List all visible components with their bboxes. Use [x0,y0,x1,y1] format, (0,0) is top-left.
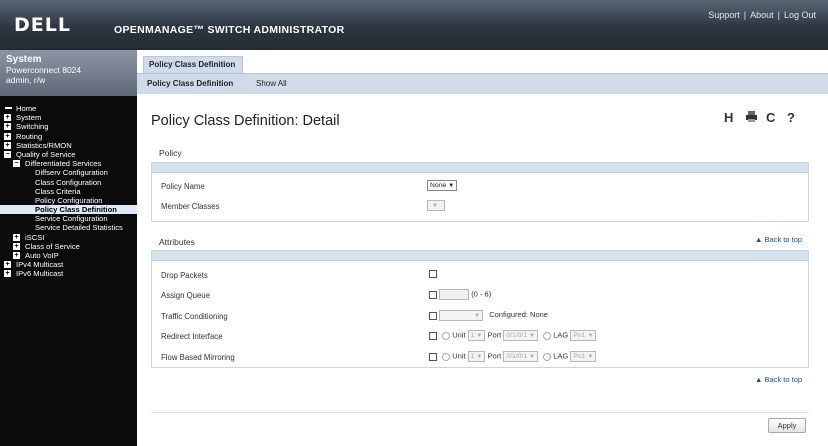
expand-icon[interactable]: + [4,123,11,131]
mirror-unit-select[interactable]: 1 ▼ [467,351,486,362]
mirror-lag-select[interactable]: Po1 ▼ [570,351,597,362]
page-title: Policy Class Definition: Detail [151,113,340,129]
expand-icon[interactable]: + [4,141,11,149]
configured-text: Configured: None [489,310,548,320]
dell-logo: DELL [14,14,71,36]
nav-item-policy-class-definition[interactable]: Policy Class Definition [0,205,137,215]
member-classes-label: Member Classes [161,202,220,211]
nav-item-iscsi[interactable]: + iSCSI [0,233,137,242]
redirect-unit-select[interactable]: 1 ▼ [467,330,486,341]
collapse-icon[interactable]: − [13,160,20,168]
nav-item-ipv4-multicast[interactable]: + IPv4 Multicast [0,260,137,269]
nav-item-routing[interactable]: + Routing [0,132,137,141]
nav-item-class-criteria[interactable]: Class Criteria [0,187,137,196]
redirect-unit-label: Unit [452,330,466,340]
nav-tree: Home + System + Switching + Routing + Statis… [0,96,137,279]
nav-item-ipv6-multicast[interactable]: + IPv6 Multicast [0,269,137,278]
redirect-port-label: Port [487,330,502,340]
redirect-lag-select[interactable]: Po1 ▼ [570,330,597,341]
traffic-conditioning-checkbox[interactable] [429,311,437,320]
subtab-bar: Policy Class Definition Show All [137,73,828,94]
redirect-lag-label: LAG [553,330,569,340]
nav-item-service-config[interactable]: Service Configuration [0,214,137,223]
collapse-icon[interactable]: − [4,150,11,158]
tab-policy-class-definition[interactable]: Policy Class Definition [143,56,243,73]
help-icon[interactable]: ? [787,110,795,125]
redirect-interface-label: Redirect Interface [161,332,223,341]
traffic-conditioning-select[interactable]: ▼ [439,310,484,321]
apply-button[interactable]: Apply [768,418,806,433]
nav-item-statistics[interactable]: + Statistics/RMON [0,141,137,150]
mirror-lag-label: LAG [553,351,569,361]
mirror-unit-label: Unit [452,351,466,361]
nav-item-diffserv[interactable]: − Differentiated Services [0,159,137,168]
policy-section [151,162,809,222]
main-content: Policy Class Definition: Detail H C ? Po… [137,94,828,446]
expand-icon[interactable]: + [4,270,11,278]
flow-mirroring-checkbox[interactable] [429,352,437,361]
nav-item-service-detailed[interactable]: Service Detailed Statistics [0,223,137,232]
drop-packets-label: Drop Packets [161,271,208,280]
h-icon[interactable]: H [724,110,733,125]
expand-icon[interactable]: + [4,114,11,122]
refresh-icon[interactable]: C [766,110,775,125]
policy-name-select[interactable]: None ▼ [427,180,458,191]
mirror-port-label: Port [487,351,502,361]
subtab-show-all[interactable]: Show All [256,79,287,88]
redirect-unit-radio[interactable] [442,331,451,340]
tab-bar: Policy Class Definition [137,50,828,73]
expand-icon[interactable]: + [13,242,20,250]
home-icon [5,107,12,109]
policy-name-label: Policy Name [161,182,205,191]
attributes-section-title: Attributes [159,237,195,247]
back-to-top-link[interactable]: ▲ Back to top [755,235,802,244]
traffic-conditioning-label: Traffic Conditioning [161,312,228,321]
policy-section-title: Policy [159,148,182,158]
redirect-interface-checkbox[interactable] [429,331,437,340]
expand-icon[interactable]: + [4,261,11,269]
drop-packets-checkbox[interactable] [429,270,437,279]
flow-mirroring-label: Flow Based Mirroring [161,353,235,362]
system-model: Powerconnect 8024 [6,65,82,75]
top-links: Support | About | Log Out [708,10,816,20]
mirror-port-select[interactable]: 0/1/0/1 ▼ [503,351,539,362]
expand-icon[interactable]: + [13,252,20,259]
nav-item-diffserv-config[interactable]: Diffserv Configuration [0,168,137,177]
redirect-port-select[interactable]: 0/1/0/1 ▼ [503,330,539,341]
nav-item-switching[interactable]: + Switching [0,122,137,131]
support-link[interactable]: Support [708,10,740,20]
expand-icon[interactable]: + [13,233,20,241]
system-info-box: System Powerconnect 8024 admin, r/w [0,50,137,96]
nav-item-policy-config[interactable]: Policy Configuration [0,196,137,205]
subtab-policy-class-definition[interactable]: Policy Class Definition [147,79,233,88]
nav-item-qos[interactable]: − Quality of Service [0,150,137,159]
system-user: admin, r/w [6,75,46,85]
member-classes-select[interactable]: ▼ [427,200,445,211]
nav-item-system[interactable]: + System [0,113,137,122]
back-to-top-link-bottom[interactable]: ▲ Back to top [755,375,802,384]
mirror-lag-radio[interactable] [543,352,552,361]
nav-item-class-config[interactable]: Class Configuration [0,178,137,187]
assign-queue-label: Assign Queue [161,291,210,300]
nav-item-home[interactable]: Home [0,104,137,113]
header-bar: DELL OPENMANAGE™ SWITCH ADMINISTRATOR Su… [0,0,828,50]
assign-queue-checkbox[interactable] [429,290,437,299]
system-title: System [6,54,42,65]
nav-item-class-of-service[interactable]: + Class of Service [0,242,137,251]
print-icon[interactable] [745,110,758,126]
assign-queue-range: (0 - 6) [471,289,492,299]
assign-queue-input[interactable] [439,289,470,300]
nav-item-auto-voip[interactable]: + Auto VoIP [0,251,137,260]
sidebar: System Powerconnect 8024 admin, r/w Home… [0,50,137,446]
about-link[interactable]: About [750,10,774,20]
app-title: OPENMANAGE™ SWITCH ADMINISTRATOR [114,24,345,36]
mirror-unit-radio[interactable] [442,352,451,361]
redirect-lag-radio[interactable] [543,331,552,340]
logout-link[interactable]: Log Out [784,10,816,20]
expand-icon[interactable]: + [4,132,11,140]
